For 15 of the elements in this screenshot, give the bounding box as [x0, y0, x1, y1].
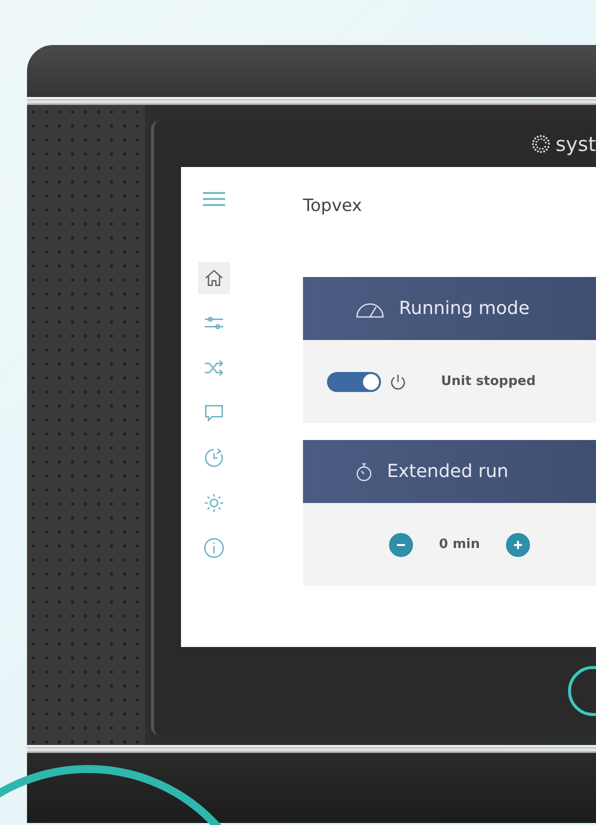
power-icon — [389, 372, 407, 390]
screen-title: Topvex — [303, 196, 363, 218]
minus-icon — [397, 544, 405, 546]
card-title: Extended run — [387, 461, 508, 482]
toggle-switch[interactable] — [327, 372, 381, 392]
brand-logo-text: syst — [555, 132, 596, 156]
duration-value: 0 min — [439, 537, 480, 552]
minus-button[interactable] — [389, 532, 413, 556]
home-icon[interactable] — [198, 262, 230, 294]
dotted-circle-logo-icon — [531, 134, 552, 154]
status-label: Unit stopped — [441, 374, 536, 389]
plus-button[interactable] — [506, 532, 530, 556]
stopwatch-icon — [355, 462, 373, 482]
menu-icon[interactable] — [203, 191, 225, 207]
card-title: Running mode — [399, 298, 530, 319]
